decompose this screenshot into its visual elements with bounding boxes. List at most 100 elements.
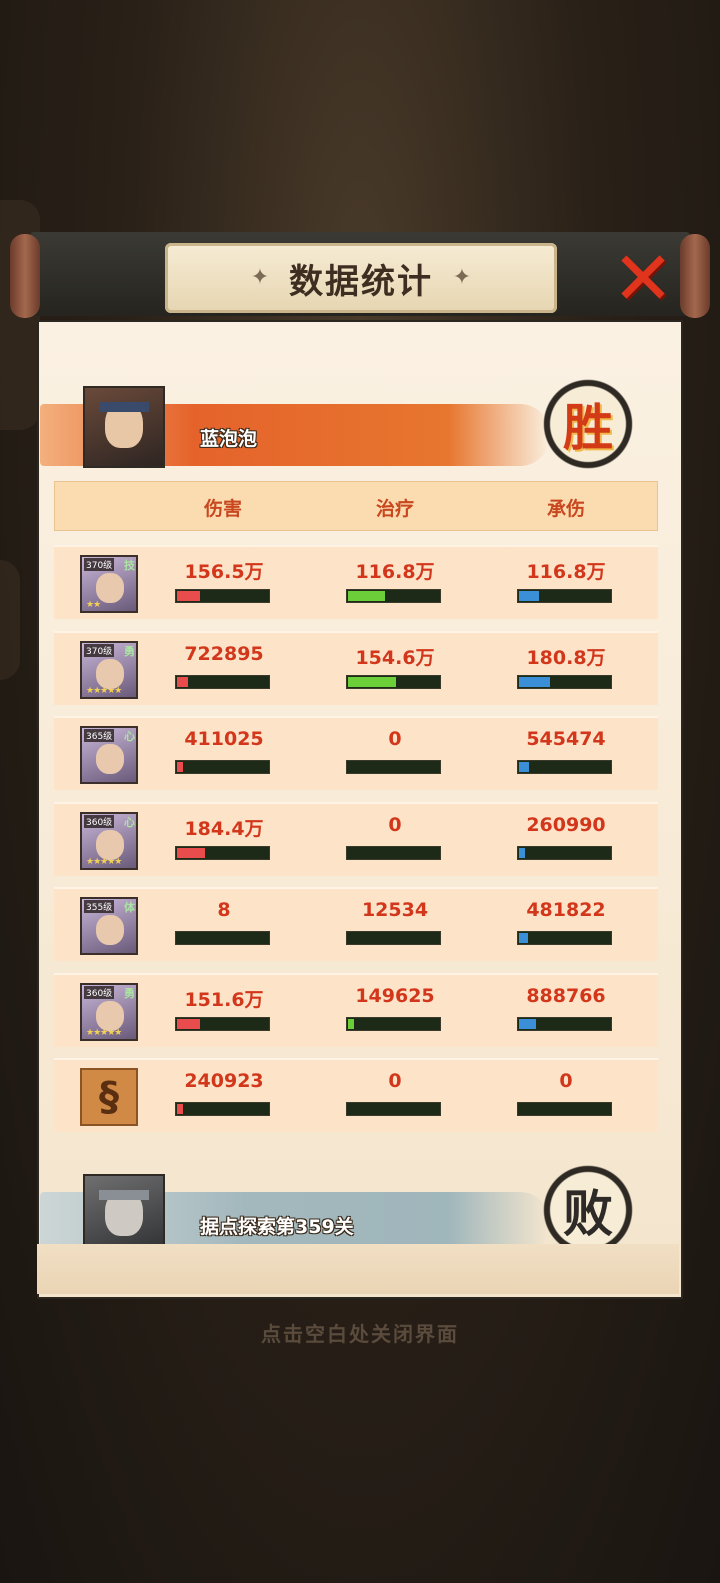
heal-bar [346,1017,441,1031]
shuriken-icon: ✦ [452,265,472,290]
close-button[interactable]: ✕ [608,236,678,322]
damage-bar-fill [177,591,200,601]
hero-portrait[interactable]: 365级心 [80,726,138,784]
taken-bar-fill [519,591,539,601]
table-row: 370级勇 ★★★★★ 722895 154.6万 180.8万 [54,631,658,705]
hero-stars: ★★★★★ [86,686,122,696]
heal-value: 0 [388,814,402,836]
victory-label: 胜 [563,399,613,457]
heal-bar [346,589,441,603]
win-team-name: 蓝泡泡 [200,428,258,450]
damage-bar-fill [177,762,183,772]
taken-bar-fill [519,1019,536,1029]
table-row: 360级心 ★★★★★ 184.4万 0 260990 [54,802,658,876]
heal-value: 0 [388,1070,402,1092]
hero-portrait[interactable]: 370级勇 ★★★★★ [80,641,138,699]
taken-value: 0 [559,1070,573,1092]
damage-bar [175,1017,270,1031]
heal-bar-fill [348,677,396,687]
hero-level: 370级 [84,558,115,571]
heal-value: 12534 [361,899,429,921]
hero-class-badge: 勇 [124,987,135,1000]
hero-class-badge: 技 [124,559,135,572]
damage-value: 151.6万 [184,989,264,1011]
shuriken-icon: ✦ [250,265,270,290]
scroll-rod-right [680,234,710,318]
table-row: 355级体 8 12534 481822 [54,887,658,961]
heal-value: 149625 [355,985,435,1007]
hero-stars: ★★ [86,600,101,610]
damage-value: 156.5万 [184,561,264,583]
win-team-avatar [83,386,165,468]
damage-bar-fill [177,848,205,858]
taken-bar [517,760,612,774]
scroll-rod-left [10,234,40,318]
hero-level: 360级 [84,986,115,999]
heal-bar [346,675,441,689]
table-row: 365级心 411025 0 545474 [54,716,658,790]
taken-bar-fill [519,848,525,858]
hero-face [96,1001,124,1031]
damage-bar [175,760,270,774]
table-row: 370级技 ★★ 156.5万 116.8万 116.8万 [54,545,658,619]
heal-bar-fill [348,1019,354,1029]
header-damage: 伤害 [203,498,242,520]
damage-bar [175,846,270,860]
damage-bar [175,931,270,945]
hero-portrait[interactable]: 360级勇 ★★★★★ [80,983,138,1041]
hero-level: 360级 [84,815,115,828]
hero-class-badge: 体 [124,901,135,914]
taken-value: 888766 [526,985,606,1007]
hero-class-badge: 心 [124,816,135,829]
damage-bar-fill [177,1019,200,1029]
heal-value: 0 [388,728,402,750]
damage-value: 722895 [184,643,264,665]
table-row: § 240923 0 0 [54,1058,658,1132]
heal-bar [346,931,441,945]
hero-portrait[interactable]: 355级体 [80,897,138,955]
hero-stars: ★★★★★ [86,1028,122,1038]
hero-level: 370级 [84,644,115,657]
hero-class-badge: 心 [124,730,135,743]
heal-bar [346,760,441,774]
defeat-label: 败 [563,1185,613,1243]
heal-bar-fill [348,591,385,601]
damage-bar [175,589,270,603]
heal-value: 154.6万 [355,647,435,669]
taken-value: 116.8万 [526,561,606,583]
scroll-glyph-icon: § [99,1074,119,1120]
hero-level: 355级 [84,900,115,913]
hero-stars: ★★★★★ [86,857,122,867]
taken-bar [517,675,612,689]
taken-bar-fill [519,933,528,943]
taken-bar [517,846,612,860]
taken-bar-fill [519,677,550,687]
avatar-headband [99,402,149,412]
hero-portrait[interactable]: 370级技 ★★ [80,555,138,613]
heal-bar [346,846,441,860]
hero-face [96,659,124,689]
hero-level: 365级 [84,729,115,742]
close-hint[interactable]: 点击空白处关闭界面 [0,1318,720,1347]
page-title: 数据统计 [289,261,433,302]
taken-value: 180.8万 [526,647,606,669]
heal-value: 116.8万 [355,561,435,583]
title-scroll: ✦ 数据统计 ✦ ✕ [10,226,710,321]
damage-bar-fill [177,1104,183,1114]
avatar-headband [99,1190,149,1200]
damage-bar [175,675,270,689]
victory-seal: 胜 [540,376,636,472]
taken-bar-fill [519,762,529,772]
close-x-icon: ✕ [611,236,674,322]
taken-value: 481822 [526,899,606,921]
header-taken: 承伤 [546,498,585,520]
hero-portrait[interactable]: 360级心 ★★★★★ [80,812,138,870]
panel-bottom-strip [37,1244,679,1294]
hero-face [96,573,124,603]
title-plate: ✦ 数据统计 ✦ [165,243,557,313]
scroll-item-icon[interactable]: § [80,1068,138,1126]
header-heal: 治疗 [375,498,414,520]
taken-bar [517,931,612,945]
hero-face [96,915,124,945]
stats-header: 伤害 治疗 承伤 [54,481,658,531]
